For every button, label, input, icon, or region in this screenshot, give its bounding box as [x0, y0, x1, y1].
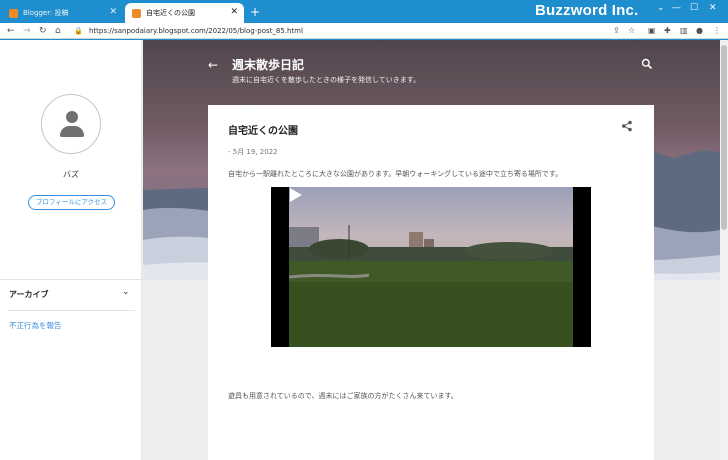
bookmark-star-icon[interactable]: ☆: [628, 24, 635, 38]
blog-description: 週末に自宅近くを散歩したときの様子を発信していきます。: [232, 76, 421, 84]
blogger-favicon-icon: [132, 8, 141, 18]
back-arrow-icon[interactable]: ←: [208, 58, 218, 72]
video-frame: [289, 187, 573, 347]
menu-icon[interactable]: ⋮: [713, 24, 721, 38]
blogger-favicon-icon: [9, 8, 18, 18]
close-tab-icon[interactable]: ✕: [230, 7, 238, 17]
home-icon[interactable]: ⌂: [55, 24, 61, 38]
share-page-icon[interactable]: ⇪: [613, 24, 620, 38]
tab-label: 自宅近くの公園: [146, 9, 195, 17]
brand-watermark: Buzzword Inc.: [535, 2, 639, 19]
divider: [0, 279, 142, 280]
close-window-icon[interactable]: ✕: [709, 3, 717, 13]
browser-titlebar: Blogger: 投稿 ✕ 自宅近くの公園 ✕ + Buzzword Inc. …: [0, 0, 728, 23]
profile-icon[interactable]: ●: [696, 24, 703, 38]
forward-icon[interactable]: →: [23, 24, 31, 38]
video-player[interactable]: [271, 187, 591, 347]
person-icon: [66, 111, 78, 123]
post-paragraph: 自宅から一駅離れたところに大きな公園があります。早朝ウォーキングしている途中で立…: [228, 170, 563, 178]
share-icon[interactable]: [621, 120, 633, 132]
maximize-icon[interactable]: ☐: [690, 3, 698, 13]
close-tab-icon[interactable]: ✕: [109, 7, 117, 17]
avatar[interactable]: [41, 94, 101, 154]
divider: [8, 310, 135, 311]
url-field[interactable]: https://sanpodaiary.blogspot.com/2022/05…: [89, 25, 303, 37]
post-paragraph: 遊具も用意されているので、週末にはご家族の方がたくさん来ています。: [228, 392, 458, 400]
reload-icon[interactable]: ↻: [39, 24, 47, 38]
back-icon[interactable]: ←: [7, 24, 15, 38]
blog-title[interactable]: 週末散歩日記: [232, 56, 304, 73]
tab-blogger-posts[interactable]: Blogger: 投稿 ✕: [2, 3, 123, 23]
tab-label: Blogger: 投稿: [23, 9, 69, 17]
lock-icon[interactable]: 🔒: [74, 24, 83, 38]
sidepanel-icon[interactable]: ▥: [680, 24, 688, 38]
post-date: - 5月 19, 2022: [228, 148, 278, 156]
chevron-down-icon[interactable]: ⌄: [657, 3, 665, 13]
report-abuse-link[interactable]: 不正行為を報告: [9, 320, 62, 331]
post-title: 自宅近くの公園: [228, 126, 298, 137]
tab-current-post[interactable]: 自宅近くの公園 ✕: [125, 3, 244, 23]
play-icon[interactable]: [289, 187, 303, 203]
archive-heading[interactable]: アーカイブ: [9, 289, 49, 300]
new-tab-button[interactable]: +: [250, 5, 260, 19]
address-bar: ← → ↻ ⌂ 🔒 https://sanpodaiary.blogspot.c…: [0, 23, 728, 39]
page-viewport: ← 週末散歩日記 週末に自宅近くを散歩したときの様子を発信していきます。 バズ …: [0, 40, 728, 460]
visit-profile-button[interactable]: プロフィールにアクセス: [28, 195, 115, 210]
scrollbar-thumb[interactable]: [721, 45, 727, 230]
chevron-down-icon[interactable]: ⌄: [122, 287, 130, 297]
sidebar: バズ プロフィールにアクセス アーカイブ ⌄ 不正行為を報告: [0, 40, 142, 460]
puzzle-icon[interactable]: ✚: [664, 24, 671, 38]
extension-icon[interactable]: ▣: [648, 24, 656, 38]
profile-name: バズ: [63, 170, 79, 179]
minimize-icon[interactable]: —: [672, 3, 681, 13]
search-icon[interactable]: [641, 58, 653, 70]
post-card: 自宅近くの公園 - 5月 19, 2022 自宅から一駅離れたところに大きな公園…: [208, 105, 654, 460]
